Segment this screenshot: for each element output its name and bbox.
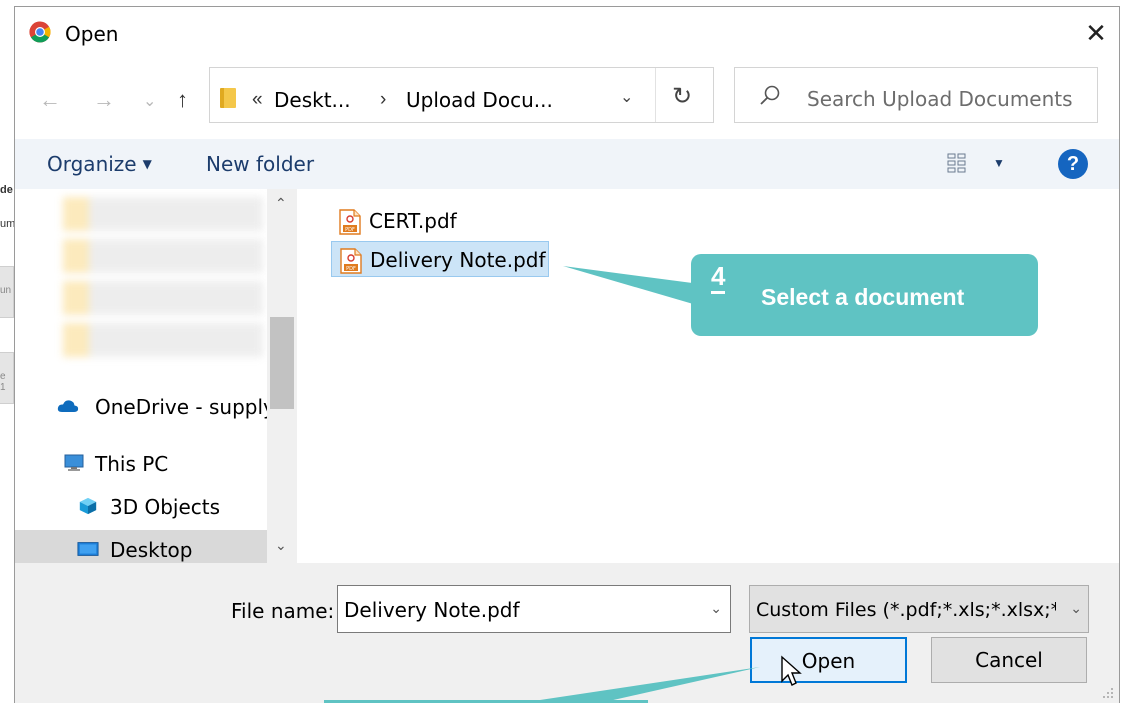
view-options-icon[interactable] — [947, 153, 967, 173]
file-name: Delivery Note.pdf — [370, 248, 546, 272]
file-type-select[interactable]: Custom Files (*.pdf;*.xls;*.xlsx;*.jpg ⌄ — [749, 585, 1089, 633]
svg-text:PDF: PDF — [346, 266, 356, 272]
file-name-value: Delivery Note.pdf — [344, 598, 520, 622]
address-dropdown-icon[interactable]: ⌄ — [620, 87, 633, 107]
resize-grip-icon[interactable] — [1101, 686, 1115, 700]
close-button[interactable]: ✕ — [1073, 7, 1119, 59]
nav-item-label: 3D Objects — [110, 495, 221, 519]
onedrive-icon — [57, 400, 79, 412]
search-icon — [760, 85, 780, 105]
nav-item-desktop[interactable]: Desktop — [15, 530, 267, 563]
cancel-button[interactable]: Cancel — [931, 637, 1087, 683]
caret-down-icon: ▼ — [142, 157, 152, 171]
desktop-icon — [77, 542, 99, 556]
nav-item-label: This PC — [95, 452, 169, 476]
refresh-icon[interactable]: ↻ — [672, 82, 692, 111]
svg-text:PDF: PDF — [345, 227, 355, 233]
background-text: um — [0, 218, 16, 230]
file-name-label: File name: — [231, 599, 335, 623]
scroll-down-icon[interactable]: ⌄ — [275, 537, 287, 554]
scroll-up-icon[interactable]: ⌃ — [275, 195, 287, 212]
divider — [655, 68, 656, 122]
breadcrumb-separator-icon[interactable]: › — [380, 89, 386, 111]
help-icon[interactable]: ? — [1058, 149, 1088, 179]
file-name-field[interactable]: Delivery Note.pdf ⌄ — [337, 585, 731, 633]
step-number: 4 — [711, 262, 726, 294]
pdf-file-icon: PDF — [339, 209, 361, 235]
file-type-dropdown-icon: ⌄ — [1070, 600, 1082, 616]
forward-button[interactable]: → — [93, 87, 115, 113]
recent-locations-button[interactable]: ⌄ — [143, 91, 156, 111]
search-box[interactable]: Search Upload Documents — [734, 67, 1098, 123]
bottom-panel: File name: Delivery Note.pdf ⌄ Custom Fi… — [15, 563, 1119, 703]
blurred-item — [63, 281, 263, 315]
blurred-item — [63, 239, 263, 273]
background-text: de — [0, 184, 13, 196]
computer-icon — [64, 454, 84, 471]
screen: de um un e 1 Open ✕ ← → ⌄ ↑ « Deskt... › — [0, 0, 1123, 703]
title-bar: Open ✕ — [15, 7, 1119, 59]
background-button: e 1 — [0, 352, 14, 404]
nav-scrollbar[interactable]: ⌃ ⌄ — [267, 189, 297, 563]
overflow-chevron-icon[interactable]: « — [252, 89, 263, 111]
nav-item-label: OneDrive - supply — [95, 395, 275, 419]
file-list: PDF CERT.pdf PDF Delivery Note.pdf — [297, 189, 1119, 563]
breadcrumb-upload-documents[interactable]: Upload Docu... — [406, 88, 553, 112]
breadcrumb-desktop[interactable]: Deskt... — [274, 88, 351, 112]
nav-item-this-pc[interactable]: This PC — [15, 444, 267, 482]
folder-icon — [220, 88, 236, 108]
command-bar: Organize ▼ New folder ▼ ? — [15, 139, 1119, 189]
mouse-cursor-icon — [781, 655, 802, 686]
organize-label: Organize — [47, 152, 137, 176]
file-name-dropdown-icon[interactable]: ⌄ — [710, 600, 722, 617]
address-bar[interactable]: « Deskt... › Upload Docu... ⌄ ↻ — [209, 67, 714, 123]
file-item-delivery-note[interactable]: PDF Delivery Note.pdf — [331, 241, 549, 277]
open-button[interactable]: Open — [750, 637, 907, 683]
scroll-thumb[interactable] — [270, 317, 294, 409]
chrome-icon — [29, 21, 51, 43]
nav-item-label: Desktop — [110, 538, 193, 562]
pdf-file-icon: PDF — [340, 248, 362, 274]
blurred-item — [63, 197, 263, 231]
dialog-title: Open — [65, 22, 119, 46]
step-text: Select a document — [761, 284, 965, 310]
open-file-dialog: Open ✕ ← → ⌄ ↑ « Deskt... › Upload Docu.… — [14, 6, 1120, 703]
file-type-value: Custom Files (*.pdf;*.xls;*.xlsx;*.jpg — [756, 599, 1056, 621]
file-item-cert[interactable]: PDF CERT.pdf — [331, 203, 481, 239]
view-dropdown-icon[interactable]: ▼ — [993, 156, 1005, 170]
file-name: CERT.pdf — [369, 209, 457, 233]
background-button: un — [0, 266, 14, 318]
up-button[interactable]: ↑ — [177, 87, 188, 113]
nav-item-onedrive[interactable]: OneDrive - supply — [15, 387, 275, 425]
search-input[interactable]: Search Upload Documents — [807, 87, 1073, 111]
navigation-pane: OneDrive - supply This PC 3D Objects Des… — [15, 189, 297, 563]
nav-item-3d-objects[interactable]: 3D Objects — [15, 487, 267, 525]
cube-icon — [79, 497, 97, 515]
organize-menu[interactable]: Organize ▼ — [47, 152, 152, 176]
blurred-item — [63, 323, 263, 357]
new-folder-button[interactable]: New folder — [206, 152, 314, 176]
back-button[interactable]: ← — [39, 87, 61, 113]
step-callout: 4 Select a document — [691, 254, 1038, 336]
